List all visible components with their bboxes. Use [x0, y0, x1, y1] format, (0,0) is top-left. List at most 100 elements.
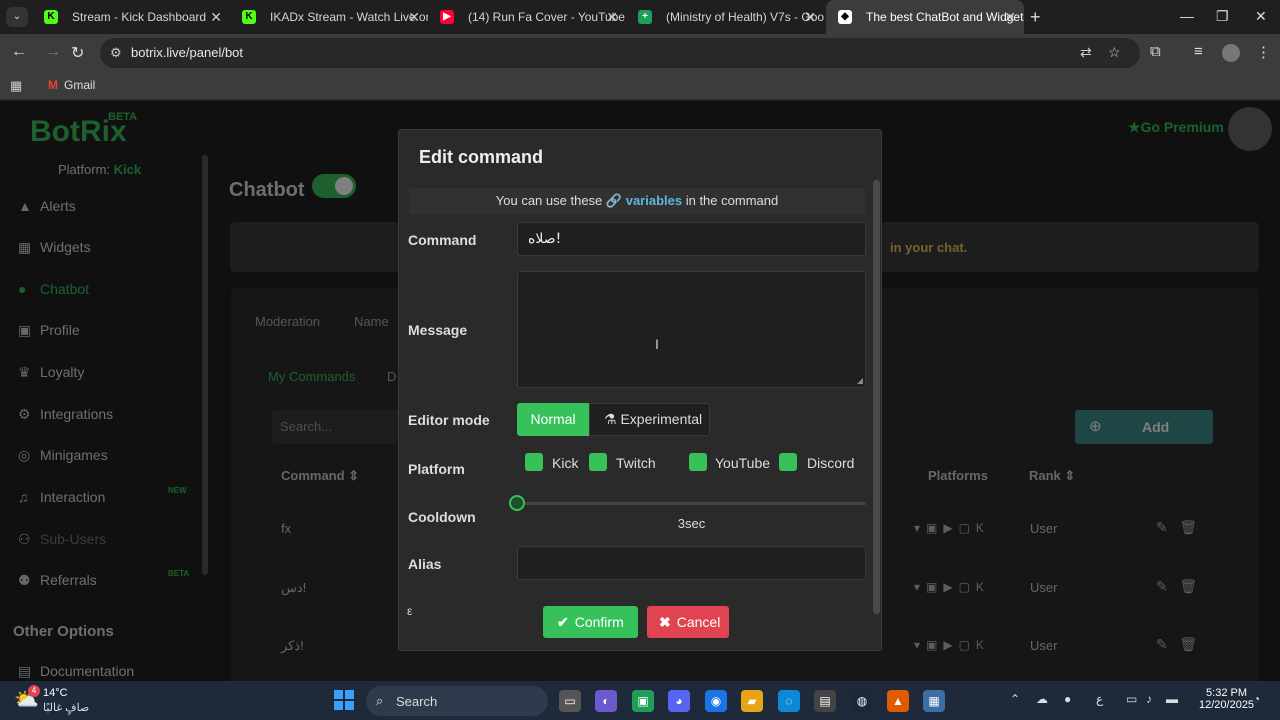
tab-kick-dashboard[interactable]: K Stream - Kick Dashboard ✕ [32, 0, 230, 34]
site-info-icon[interactable]: ⚙ [110, 45, 122, 61]
twitch-checkbox[interactable] [589, 453, 607, 471]
bookmarks-bar: ▦ M Gmail [0, 72, 1280, 100]
cooldown-value: 3sec [677, 516, 706, 531]
kick-icon: K [242, 10, 256, 24]
app-orange-icon[interactable]: ▲ [887, 690, 909, 712]
cooldown-slider-handle[interactable] [509, 495, 525, 511]
calculator-icon[interactable]: ▦ [923, 690, 945, 712]
app-green-icon[interactable]: ▣ [632, 690, 654, 712]
task-view-icon[interactable]: ▭ [559, 690, 581, 712]
copilot-icon[interactable]: ◐ [595, 690, 617, 712]
platform-label: Platform [408, 461, 465, 477]
chevron-up-icon[interactable]: ⌃ [1010, 692, 1020, 706]
microphone-icon[interactable]: ● [1064, 692, 1071, 706]
onedrive-icon[interactable]: ☁ [1036, 692, 1048, 706]
gmail-icon: M [48, 78, 58, 92]
weather-condition[interactable]: صافٍ غالبًا [43, 701, 89, 714]
language-indicator[interactable]: ع [1096, 692, 1103, 706]
truncated-label: ε [407, 604, 413, 618]
message-textarea[interactable]: ◢ [517, 271, 866, 388]
x-icon: ✖ [659, 614, 671, 630]
file-explorer-icon[interactable]: ▰ [741, 690, 763, 712]
window-close-button[interactable]: ✕ [1255, 8, 1267, 25]
edit-command-modal: Edit command You can use these 🔗 variabl… [398, 129, 882, 651]
alias-label: Alias [408, 556, 442, 572]
windows-taskbar: ⛅ 4 14°C صافٍ غالبًا ⌕ Search ▭ ◐ ▣ ◕ ◉ … [0, 681, 1280, 720]
kick-checkbox-label[interactable]: Kick [552, 455, 578, 471]
youtube-checkbox-label[interactable]: YouTube [715, 455, 770, 471]
tab-search-dropdown[interactable]: ⌄ [6, 7, 28, 27]
resize-grip-icon[interactable]: ◢ [857, 376, 863, 385]
check-icon: ✔ [557, 614, 569, 630]
tab-botrix[interactable]: ◆ The best ChatBot and Widgets ✕ [826, 0, 1024, 34]
command-label: Command [408, 232, 477, 248]
start-button[interactable] [334, 690, 354, 710]
tab-google-sheets[interactable]: + (Ministry of Health) V7s - Goog ✕ [626, 0, 824, 34]
bookmark-gmail[interactable]: M Gmail [48, 78, 95, 92]
cooldown-slider-track[interactable] [517, 502, 866, 505]
variables-link[interactable]: 🔗 variables [606, 193, 682, 208]
forward-button[interactable]: → [45, 43, 61, 61]
tab-ikadx-stream[interactable]: K IKADx Stream - Watch Live on K ✕ [230, 0, 428, 34]
mode-normal-button[interactable]: Normal [517, 403, 589, 436]
youtube-icon: ▶ [440, 10, 454, 24]
tab-title: Stream - Kick Dashboard [72, 10, 207, 24]
tab-title: (14) Run Fa Cover - YouTube [468, 10, 625, 24]
mode-experimental-button[interactable]: ⚗ Experimental [589, 403, 710, 436]
close-icon[interactable]: ✕ [804, 0, 816, 34]
minimize-button[interactable]: — [1180, 8, 1194, 24]
close-icon[interactable]: ✕ [1004, 0, 1016, 34]
command-input[interactable]: صلاه! [517, 222, 866, 256]
tab-bar: ⌄ K Stream - Kick Dashboard ✕ K IKADx St… [0, 0, 1280, 34]
confirm-button[interactable]: ✔ Confirm [543, 606, 638, 638]
kick-icon: K [44, 10, 58, 24]
tab-title: The best ChatBot and Widgets [866, 10, 1024, 24]
reload-button[interactable]: ↻ [71, 43, 84, 63]
maximize-button[interactable]: ❐ [1216, 8, 1229, 25]
notification-bell-icon[interactable]: ◔ [1253, 692, 1260, 706]
address-bar-row: ← → ↻ ⚙ botrix.live/panel/bot ⇄ ☆ [0, 34, 1280, 72]
steam-icon[interactable]: ◍ [851, 690, 873, 712]
editor-mode-label: Editor mode [408, 412, 490, 428]
url-text[interactable]: botrix.live/panel/bot [131, 45, 243, 60]
tab-youtube[interactable]: ▶ (14) Run Fa Cover - YouTube ✕ [428, 0, 626, 34]
translate-icon[interactable]: ⇄ [1080, 44, 1092, 61]
extensions-icon[interactable]: ⧉ [1150, 43, 1161, 60]
apps-grid-icon[interactable]: ▦ [10, 78, 22, 94]
edge-icon[interactable]: ◌ [778, 690, 800, 712]
close-icon[interactable]: ✕ [408, 0, 420, 34]
taskbar-search[interactable]: ⌕ Search [366, 686, 548, 716]
modal-scrollbar[interactable] [873, 180, 880, 614]
modal-title: Edit command [419, 147, 544, 167]
volume-icon[interactable]: ♪ [1146, 692, 1152, 706]
omnibox[interactable]: ⚙ botrix.live/panel/bot ⇄ ☆ [100, 38, 1140, 68]
new-tab-button[interactable]: + [1030, 7, 1041, 28]
botrix-icon: ◆ [838, 10, 852, 24]
youtube-checkbox[interactable] [689, 453, 707, 471]
chrome-icon[interactable]: ◉ [705, 690, 727, 712]
sheets-icon: + [638, 10, 652, 24]
battery-icon[interactable]: ▬ [1166, 692, 1178, 706]
search-icon: ⌕ [376, 693, 384, 708]
date: 12/20/2025 [1199, 699, 1255, 711]
clock[interactable]: 5:32 PM 12/20/2025 [1199, 687, 1255, 711]
alias-input[interactable] [517, 546, 866, 580]
discord-checkbox[interactable] [779, 453, 797, 471]
close-icon[interactable]: ✕ [210, 0, 222, 34]
message-label: Message [408, 322, 468, 338]
profile-avatar-icon[interactable] [1222, 44, 1240, 62]
twitch-checkbox-label[interactable]: Twitch [616, 455, 656, 471]
bookmark-star-icon[interactable]: ☆ [1108, 44, 1121, 61]
flask-icon: ⚗ [604, 411, 617, 427]
kick-checkbox[interactable] [525, 453, 543, 471]
media-control-icon[interactable]: ≡ [1194, 43, 1203, 60]
cancel-button[interactable]: ✖ Cancel [647, 606, 729, 638]
back-button[interactable]: ← [11, 43, 27, 61]
discord-icon[interactable]: ◕ [668, 690, 690, 712]
more-menu-icon[interactable]: ⋮ [1256, 43, 1271, 61]
discord-checkbox-label[interactable]: Discord [807, 455, 854, 471]
temperature[interactable]: 14°C [43, 687, 68, 699]
close-icon[interactable]: ✕ [606, 0, 618, 34]
store-icon[interactable]: ▤ [814, 690, 836, 712]
network-icon[interactable]: ▭ [1126, 692, 1137, 706]
